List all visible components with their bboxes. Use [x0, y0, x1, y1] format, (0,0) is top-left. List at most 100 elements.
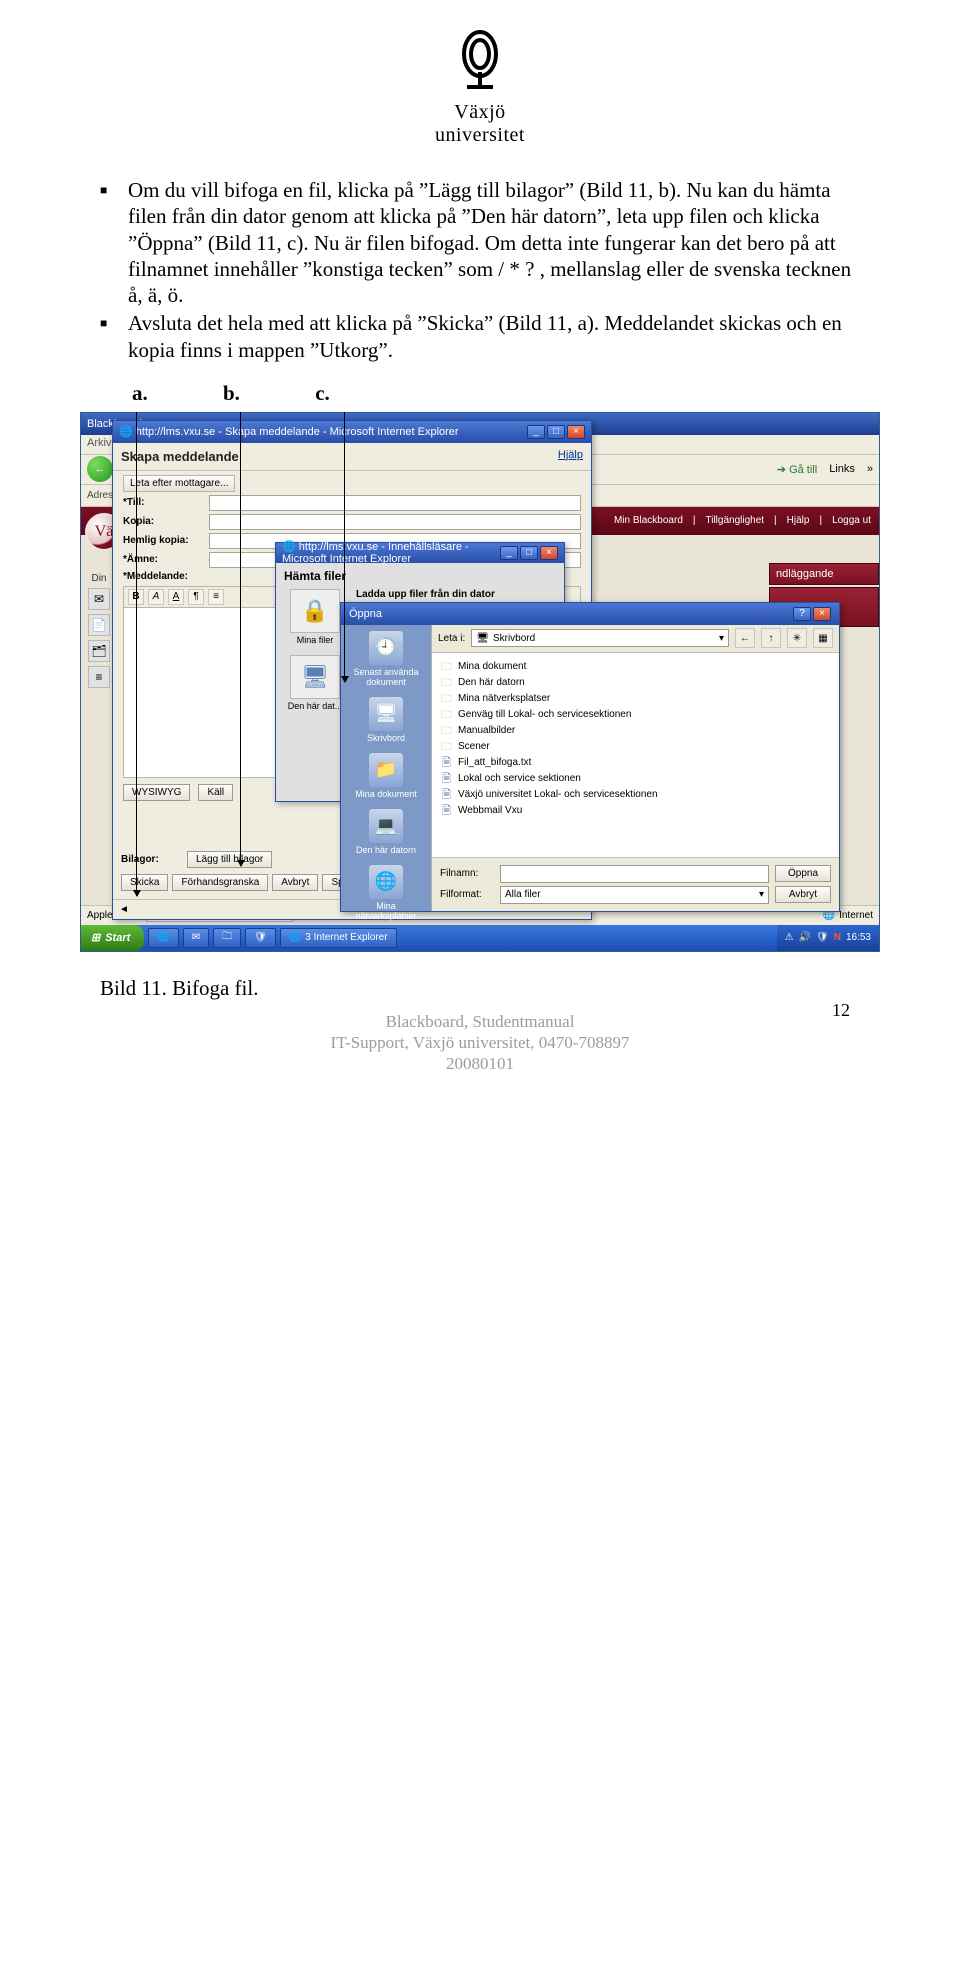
list-item-label: Växjö universitet Lokal- och servicesekt… — [458, 787, 658, 803]
chevron-icon[interactable]: » — [867, 463, 873, 475]
help-link[interactable]: Hjälp — [558, 449, 583, 464]
open-button[interactable]: Öppna — [775, 865, 831, 882]
quicklaunch-icon[interactable]: ✉ — [183, 928, 209, 948]
tray-n-icon[interactable]: N — [834, 932, 841, 943]
source-tab[interactable]: Käll — [198, 784, 233, 801]
back-icon[interactable]: ← — [735, 628, 755, 648]
links-label[interactable]: Links — [829, 463, 855, 475]
underline-icon[interactable]: A — [168, 589, 184, 605]
rail-icon[interactable]: ≡ — [88, 666, 110, 688]
file-icon: 🗎 — [440, 756, 453, 769]
list-item[interactable]: 🗎Växjö universitet Lokal- och servicesek… — [440, 787, 831, 803]
list-item[interactable]: 🗀Genväg till Lokal- och servicesektionen — [440, 707, 831, 723]
list-item[interactable]: 🗀Scener — [440, 739, 831, 755]
filename-input[interactable] — [500, 865, 769, 883]
subject-label: *Ämne: — [123, 554, 203, 565]
this-computer-icon[interactable]: 🖥 Den här dat... — [284, 655, 346, 711]
file-icon: 🗎 — [440, 772, 453, 785]
align-icon[interactable]: ≡ — [208, 589, 224, 605]
newfolder-icon[interactable]: ✳ — [787, 628, 807, 648]
cancel-open-button[interactable]: Avbryt — [775, 886, 831, 903]
views-icon[interactable]: ▦ — [813, 628, 833, 648]
bullet-1: Om du vill bifoga en fil, klicka på ”Läg… — [128, 177, 860, 308]
taskbar-window[interactable]: 🌐 3 Internet Explorer — [280, 928, 397, 948]
preview-button[interactable]: Förhandsgranska — [172, 874, 268, 891]
label-c: c. — [315, 381, 330, 406]
place-mydocs[interactable]: 📁Mina dokument — [345, 753, 427, 799]
list-item-label: Scener — [458, 739, 490, 755]
start-button[interactable]: ⊞ Start — [81, 925, 144, 951]
minimize-icon[interactable]: _ — [527, 425, 545, 439]
go-label[interactable]: ➔ Gå till — [777, 463, 817, 476]
list-item[interactable]: 🗎 Fil_att_bifoga.txt — [440, 755, 831, 771]
list-item[interactable]: 🗎Webbmail Vxu — [440, 803, 831, 819]
right-nav-item[interactable]: ndläggande — [769, 563, 879, 585]
bb-link[interactable]: Logga ut — [832, 515, 871, 526]
compose-titlebar-text: http://lms.vxu.se - Skapa meddelande - M… — [136, 426, 459, 438]
system-tray[interactable]: ⚠ 🔊 🛡 N 16:53 — [777, 925, 879, 951]
label-a: a. — [132, 381, 148, 406]
my-files-icon[interactable]: 🔒 Mina filer — [284, 589, 346, 645]
list-item-label: Fil_att_bifoga.txt — [458, 755, 531, 771]
minimize-icon[interactable]: _ — [500, 546, 518, 560]
instruction-text: ■ Om du vill bifoga en fil, klicka på ”L… — [100, 177, 860, 363]
rail-icon[interactable]: 📄 — [88, 614, 110, 636]
list-item[interactable]: 🗀Den här datorn — [440, 675, 831, 691]
place-recent[interactable]: 🕘Senast använda dokument — [345, 631, 427, 687]
tray-icon[interactable]: ⚠ — [785, 932, 794, 943]
maximize-icon[interactable]: □ — [520, 546, 538, 560]
bb-link[interactable]: Tillgänglighet — [705, 515, 764, 526]
lookin-label: Leta i: — [438, 633, 465, 644]
file-list[interactable]: 🗀Mina dokument🗀Den här datorn🗀Mina nätve… — [432, 653, 839, 825]
help-icon[interactable]: ? — [793, 607, 811, 621]
wysiwyg-tab[interactable]: WYSIWYG — [123, 784, 190, 801]
lookin-combo[interactable]: 🖥 Skrivbord▾ — [471, 629, 729, 647]
up-icon[interactable]: ↑ — [761, 628, 781, 648]
bb-link[interactable]: Min Blackboard — [614, 515, 683, 526]
bb-link[interactable]: Hjälp — [787, 515, 810, 526]
place-network[interactable]: 🌐Mina nätverksplatser — [345, 865, 427, 921]
to-field[interactable] — [209, 495, 581, 511]
close-icon[interactable]: × — [567, 425, 585, 439]
paragraph-icon[interactable]: ¶ — [188, 589, 204, 605]
list-item[interactable]: 🗎Lokal och service sektionen — [440, 771, 831, 787]
left-label: Din — [85, 573, 113, 584]
filetype-combo[interactable]: Alla filer▾ — [500, 886, 769, 904]
tray-icon[interactable]: 🔊 — [799, 932, 811, 943]
bullet-2: Avsluta det hela med att klicka på ”Skic… — [128, 310, 860, 363]
folder-icon: 🗀 — [440, 660, 453, 673]
fetch-heading: Hämta filer — [284, 569, 556, 583]
open-titlebar[interactable]: Öppna ? × — [341, 603, 839, 625]
attachments-label: Bilagor: — [121, 854, 181, 865]
compose-titlebar[interactable]: 🌐 http://lms.vxu.se - Skapa meddelande -… — [113, 421, 591, 443]
send-button[interactable]: Skicka — [121, 874, 168, 891]
cc-field[interactable] — [209, 514, 581, 530]
close-icon[interactable]: × — [540, 546, 558, 560]
find-recipients-button[interactable]: Leta efter mottagare... — [123, 475, 235, 492]
fetch-titlebar[interactable]: 🌐 http://lms.vxu.se - Innehållsläsare - … — [276, 543, 564, 563]
add-attachment-button[interactable]: Lägg till bilagor — [187, 851, 272, 868]
maximize-icon[interactable]: □ — [547, 425, 565, 439]
quicklaunch-icon[interactable]: 🌐 — [148, 928, 178, 948]
bullet-marker: ■ — [100, 177, 128, 308]
quicklaunch-icon[interactable]: 🛡 — [245, 928, 276, 948]
abc-labels: a. b. c. — [100, 381, 860, 406]
cancel-button[interactable]: Avbryt — [272, 874, 318, 891]
tray-clock: 16:53 — [846, 932, 871, 943]
list-item[interactable]: 🗀Manualbilder — [440, 723, 831, 739]
list-item[interactable]: 🗀Mina nätverksplatser — [440, 691, 831, 707]
list-item[interactable]: 🗀Mina dokument — [440, 659, 831, 675]
windows-taskbar[interactable]: ⊞ Start 🌐 ✉ 🗀 🛡 🌐 3 Internet Explorer ⚠ … — [81, 925, 879, 951]
list-item-label: Webbmail Vxu — [458, 803, 522, 819]
close-icon[interactable]: × — [813, 607, 831, 621]
tray-icon[interactable]: 🛡 — [816, 932, 829, 943]
rail-icon[interactable]: 🗂 — [88, 640, 110, 662]
page-footer: Blackboard, Studentmanual IT-Support, Vä… — [100, 1011, 860, 1075]
quicklaunch-icon[interactable]: 🗀 — [213, 928, 241, 948]
back-button-icon[interactable]: ← — [87, 456, 113, 482]
page-number: 12 — [832, 1000, 850, 1021]
place-computer[interactable]: 💻Den här datorn — [345, 809, 427, 855]
place-desktop[interactable]: 🖥Skrivbord — [345, 697, 427, 743]
italic-icon[interactable]: A — [148, 589, 164, 605]
rail-icon[interactable]: ✉ — [88, 588, 110, 610]
